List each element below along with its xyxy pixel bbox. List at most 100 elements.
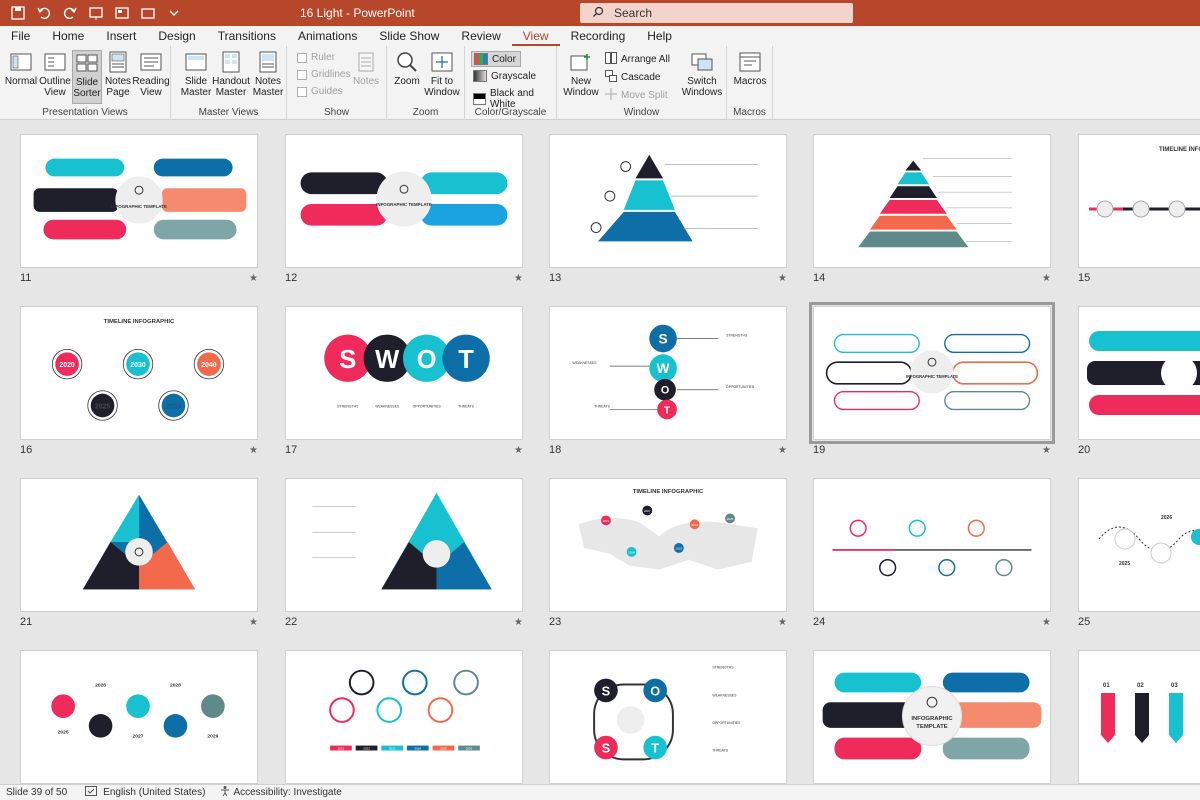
svg-text:WEAKNESSES: WEAKNESSES [712, 693, 737, 697]
slide-thumbnail[interactable]: INFOGRAPHIC TEMPLATE [813, 650, 1051, 784]
transition-star-icon: ★ [249, 445, 258, 456]
slide-thumbnail[interactable]: TIMELINE INFOGRAPHIC 2020 2030 2040 2025… [20, 306, 258, 440]
grayscale-button[interactable]: Grayscale [473, 70, 536, 82]
notes-page-button[interactable]: Notes Page [104, 50, 132, 98]
accessibility-status[interactable]: Accessibility: Investigate [233, 787, 341, 798]
zoom-button[interactable]: Zoom [391, 50, 423, 87]
svg-text:THREATS: THREATS [594, 404, 610, 408]
move-split-button[interactable]: Move Split [605, 88, 668, 103]
tab-design[interactable]: Design [147, 26, 206, 46]
svg-text:2021: 2021 [603, 519, 610, 523]
zoom-icon [394, 50, 420, 74]
accessibility-icon[interactable] [219, 785, 231, 800]
slide-thumbnail[interactable]: 2021 2022 2023 2024 2025 2026 [285, 650, 523, 784]
slide-thumbnail[interactable]: 01 02 03 [1078, 650, 1200, 784]
tab-insert[interactable]: Insert [95, 26, 147, 46]
slide-thumbnail[interactable] [20, 478, 258, 612]
search-icon [592, 6, 604, 21]
tab-help[interactable]: Help [636, 26, 683, 46]
spell-check-icon[interactable] [85, 786, 98, 799]
svg-text:STRENGTHS: STRENGTHS [726, 334, 748, 338]
slide-thumbnail[interactable]: 2026 2025 [1078, 478, 1200, 612]
slide-thumbnail-selected[interactable]: INFOGRAPHIC TEMPLATE [809, 302, 1055, 444]
slide-thumbnail[interactable] [1078, 306, 1200, 440]
slide-master-button[interactable]: Slide Master [179, 50, 213, 98]
tab-review[interactable]: Review [450, 26, 511, 46]
slide-indicator: Slide 39 of 50 [6, 787, 68, 798]
new-window-icon [568, 50, 594, 74]
svg-text:O: O [417, 346, 437, 374]
notes-button[interactable]: Notes [351, 50, 381, 87]
macros-button[interactable]: Macros [733, 50, 767, 87]
search-input[interactable]: Search [580, 3, 853, 23]
ruler-checkbox[interactable]: Ruler [297, 52, 335, 63]
guides-checkbox[interactable]: Guides [297, 86, 343, 97]
svg-text:2026: 2026 [1161, 515, 1172, 521]
arrange-all-button[interactable]: Arrange All [605, 52, 670, 67]
group-label-macros: Macros [733, 107, 766, 118]
svg-text:OPPORTUNITIES: OPPORTUNITIES [712, 721, 741, 725]
tab-slide-show[interactable]: Slide Show [368, 26, 450, 46]
cascade-icon [605, 70, 617, 85]
slide-thumbnail[interactable]: INFOGRAPHIC TEMPLATE [285, 134, 523, 268]
undo-icon[interactable] [34, 3, 54, 23]
transition-star-icon: ★ [778, 445, 787, 456]
svg-text:2025: 2025 [58, 730, 69, 736]
slide-label-timeline: TIMELINE INFOGRAPHIC [633, 489, 704, 495]
tab-home[interactable]: Home [41, 26, 95, 46]
svg-text:2027: 2027 [133, 734, 144, 740]
slide-sorter-button[interactable]: Slide Sorter [72, 50, 102, 104]
tab-view[interactable]: View [511, 26, 560, 46]
fit-to-window-button[interactable]: Fit to Window [423, 50, 461, 98]
normal-view-button[interactable]: Normal [4, 50, 38, 87]
shape-fill-icon[interactable] [138, 3, 158, 23]
switch-windows-button[interactable]: Switch Windows [681, 50, 723, 98]
notes-page-icon [105, 50, 131, 74]
slide-thumbnail[interactable]: TIMELINE INFOGRAPHIC 2021 2027 2026 2025… [549, 478, 787, 612]
slide-sorter-pane[interactable]: INFOGRAPHIC TEMPLATE 11 ★ INFOGRAPHIC TE… [0, 120, 1200, 784]
slide-thumbnail[interactable]: INFOGRAPHIC TEMPLATE [20, 134, 258, 268]
svg-text:S: S [339, 346, 356, 374]
customize-qat-icon[interactable] [164, 3, 184, 23]
layout-icon[interactable] [112, 3, 132, 23]
transition-star-icon: ★ [514, 445, 523, 456]
svg-text:W: W [375, 346, 400, 374]
transition-star-icon: ★ [514, 617, 523, 628]
present-icon[interactable] [86, 3, 106, 23]
bw-swatch-icon [473, 93, 486, 105]
svg-text:S: S [658, 331, 667, 346]
slide-number: 23 [549, 616, 562, 628]
status-bar: Slide 39 of 50 English (United States) A… [0, 784, 1200, 800]
svg-text:2030: 2030 [130, 362, 145, 369]
color-button[interactable]: Color [471, 51, 521, 67]
tab-recording[interactable]: Recording [560, 26, 637, 46]
new-window-button[interactable]: New Window [563, 50, 599, 98]
slide-thumbnail[interactable]: TIMELINE INFOGRAPHIC [1078, 134, 1200, 268]
slide-sorter-icon [74, 51, 100, 75]
language-indicator[interactable]: English (United States) [103, 787, 205, 798]
slide-thumbnail[interactable] [813, 134, 1051, 268]
slide-thumbnail[interactable]: S W O T STRENGTHS WEAKNESSES OPPORTUNITI… [285, 306, 523, 440]
outline-view-button[interactable]: Outline View [39, 50, 71, 98]
cascade-button[interactable]: Cascade [605, 70, 660, 85]
redo-icon[interactable] [60, 3, 80, 23]
svg-text:OPPORTUNITIES: OPPORTUNITIES [726, 385, 755, 389]
reading-view-button[interactable]: Reading View [132, 50, 170, 98]
slide-thumbnail[interactable] [285, 478, 523, 612]
svg-text:2028: 2028 [170, 682, 181, 688]
slide-thumbnail[interactable]: S O S T STRENGTHS WEAKNESSES OPPORTUNITI… [549, 650, 787, 784]
slide-thumbnail[interactable]: 2026 2028 2025 2027 2029 [20, 650, 258, 784]
slide-thumbnail[interactable] [813, 478, 1051, 612]
tab-file[interactable]: File [0, 26, 41, 46]
save-icon[interactable] [8, 3, 28, 23]
svg-text:OPPORTUNITIES: OPPORTUNITIES [413, 404, 442, 408]
group-master-views: Slide Master Handout Master Notes Master… [171, 46, 287, 120]
handout-master-button[interactable]: Handout Master [212, 50, 250, 98]
normal-view-icon [8, 50, 34, 74]
slide-thumbnail[interactable] [549, 134, 787, 268]
gridlines-checkbox[interactable]: Gridlines [297, 69, 350, 80]
tab-animations[interactable]: Animations [287, 26, 368, 46]
notes-master-button[interactable]: Notes Master [251, 50, 285, 98]
tab-transitions[interactable]: Transitions [207, 26, 287, 46]
slide-thumbnail[interactable]: S W O T STRENGTHS WEAKNESSES OPPORTUNITI… [549, 306, 787, 440]
